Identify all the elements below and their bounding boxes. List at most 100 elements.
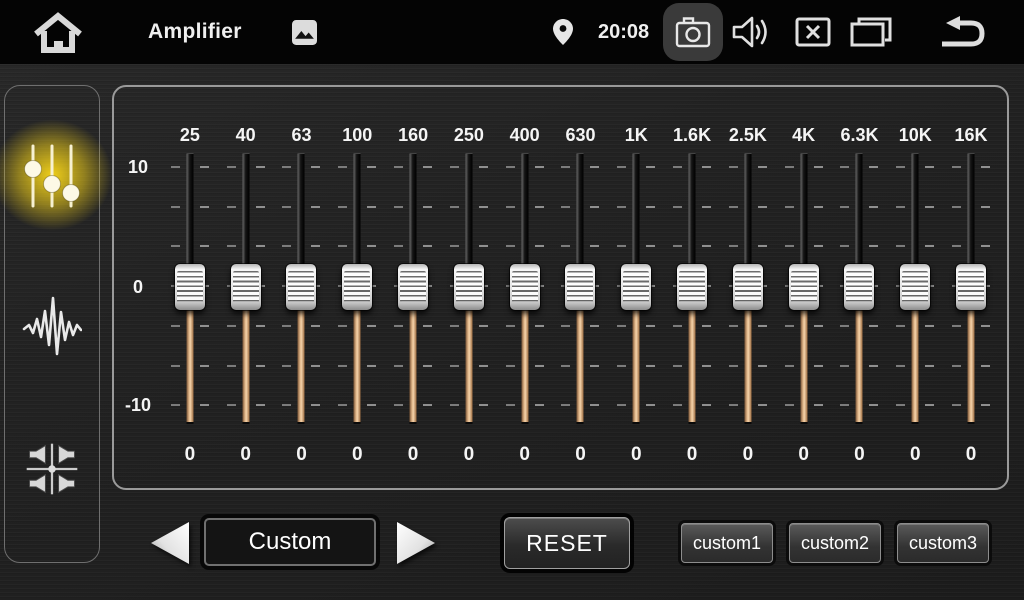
tick-mark — [785, 325, 794, 327]
tick-mark — [646, 245, 655, 247]
screenshot-button[interactable] — [663, 3, 723, 61]
tick-mark — [256, 245, 265, 247]
tick-mark — [896, 325, 905, 327]
slider-knob[interactable] — [565, 264, 595, 310]
scale-label-min: -10 — [116, 393, 160, 417]
band-slider[interactable] — [887, 154, 943, 422]
band-slider[interactable] — [943, 154, 999, 422]
volume-button[interactable] — [731, 14, 775, 50]
tick-mark — [394, 206, 403, 208]
slider-knob[interactable] — [677, 264, 707, 310]
equalizer-panel: 10 0 -10 25 0 40 0 63 0 100 — [112, 85, 1009, 490]
tick-mark — [758, 166, 767, 168]
preset-selected-label: Custom — [249, 528, 332, 556]
recent-apps-button[interactable] — [849, 16, 893, 48]
band-slider[interactable] — [274, 154, 330, 422]
slider-knob[interactable] — [286, 264, 316, 310]
band-value: 0 — [575, 422, 586, 488]
tick-mark — [423, 166, 432, 168]
sidebar-item-spectrum[interactable] — [5, 271, 99, 381]
tick-mark — [673, 325, 682, 327]
tick-mark — [896, 404, 905, 406]
slider-knob[interactable] — [956, 264, 986, 310]
band-slider[interactable] — [608, 154, 664, 422]
preset-prev-button[interactable] — [146, 519, 192, 572]
slider-knob[interactable] — [454, 264, 484, 310]
slider-knob[interactable] — [510, 264, 540, 310]
gallery-icon — [292, 20, 317, 45]
tick-mark — [282, 206, 291, 208]
sidebar-item-balance-fader[interactable] — [5, 414, 99, 524]
slider-knob[interactable] — [231, 264, 261, 310]
eq-band: 16K 0 — [943, 87, 999, 488]
band-slider[interactable] — [664, 154, 720, 422]
slider-knob[interactable] — [844, 264, 874, 310]
band-slider[interactable] — [497, 154, 553, 422]
tick-mark — [282, 365, 291, 367]
tick-mark — [952, 404, 961, 406]
tick-mark — [394, 245, 403, 247]
band-slider[interactable] — [329, 154, 385, 422]
slider-knob[interactable] — [733, 264, 763, 310]
custom1-button[interactable]: custom1 — [681, 523, 773, 563]
band-frequency-label: 160 — [385, 87, 441, 154]
band-slider[interactable] — [832, 154, 888, 422]
gallery-button[interactable] — [292, 20, 317, 45]
tick-mark — [981, 166, 990, 168]
clock: 20:08 — [598, 0, 649, 64]
band-slider[interactable] — [385, 154, 441, 422]
tick-mark — [925, 206, 934, 208]
slider-knob[interactable] — [789, 264, 819, 310]
tick-mark — [617, 166, 626, 168]
band-slider[interactable] — [720, 154, 776, 422]
tick-mark — [952, 166, 961, 168]
tick-mark — [423, 206, 432, 208]
tick-mark — [590, 404, 599, 406]
tick-mark — [814, 404, 823, 406]
band-slider[interactable] — [553, 154, 609, 422]
tick-mark — [840, 365, 849, 367]
sidebar-item-equalizer[interactable] — [5, 121, 99, 231]
band-value: 0 — [464, 422, 475, 488]
preset-selector[interactable]: Custom — [204, 518, 376, 566]
tick-mark — [561, 166, 570, 168]
tick-mark — [561, 325, 570, 327]
location-button[interactable] — [552, 18, 574, 46]
back-button[interactable] — [934, 14, 988, 50]
reset-button[interactable]: RESET — [504, 517, 630, 569]
slider-knob[interactable] — [175, 264, 205, 310]
slider-knob[interactable] — [621, 264, 651, 310]
slider-knob[interactable] — [900, 264, 930, 310]
band-slider[interactable] — [162, 154, 218, 422]
close-app-button[interactable] — [795, 17, 831, 47]
tick-mark — [896, 206, 905, 208]
custom2-button[interactable]: custom2 — [789, 523, 881, 563]
preset-next-button[interactable] — [394, 519, 440, 572]
back-icon — [934, 14, 988, 50]
slider-knob[interactable] — [398, 264, 428, 310]
tick-mark — [869, 166, 878, 168]
band-slider[interactable] — [776, 154, 832, 422]
tick-mark — [506, 325, 515, 327]
slider-knob[interactable] — [342, 264, 372, 310]
tick-mark — [282, 325, 291, 327]
custom3-button[interactable]: custom3 — [897, 523, 989, 563]
tick-mark — [450, 404, 459, 406]
band-slider[interactable] — [441, 154, 497, 422]
tick-mark — [479, 166, 488, 168]
tick-mark — [367, 206, 376, 208]
tick-mark — [227, 325, 236, 327]
custom3-label: custom3 — [909, 533, 977, 554]
tick-mark — [617, 325, 626, 327]
tick-mark — [590, 245, 599, 247]
band-slider[interactable] — [218, 154, 274, 422]
tick-mark — [506, 206, 515, 208]
tick-mark — [729, 404, 738, 406]
band-frequency-label: 10K — [887, 87, 943, 154]
tick-mark — [311, 365, 320, 367]
tick-mark — [200, 325, 209, 327]
eq-band: 400 0 — [497, 87, 553, 488]
tick-mark — [758, 245, 767, 247]
home-button[interactable] — [32, 12, 84, 54]
tick-mark — [479, 365, 488, 367]
